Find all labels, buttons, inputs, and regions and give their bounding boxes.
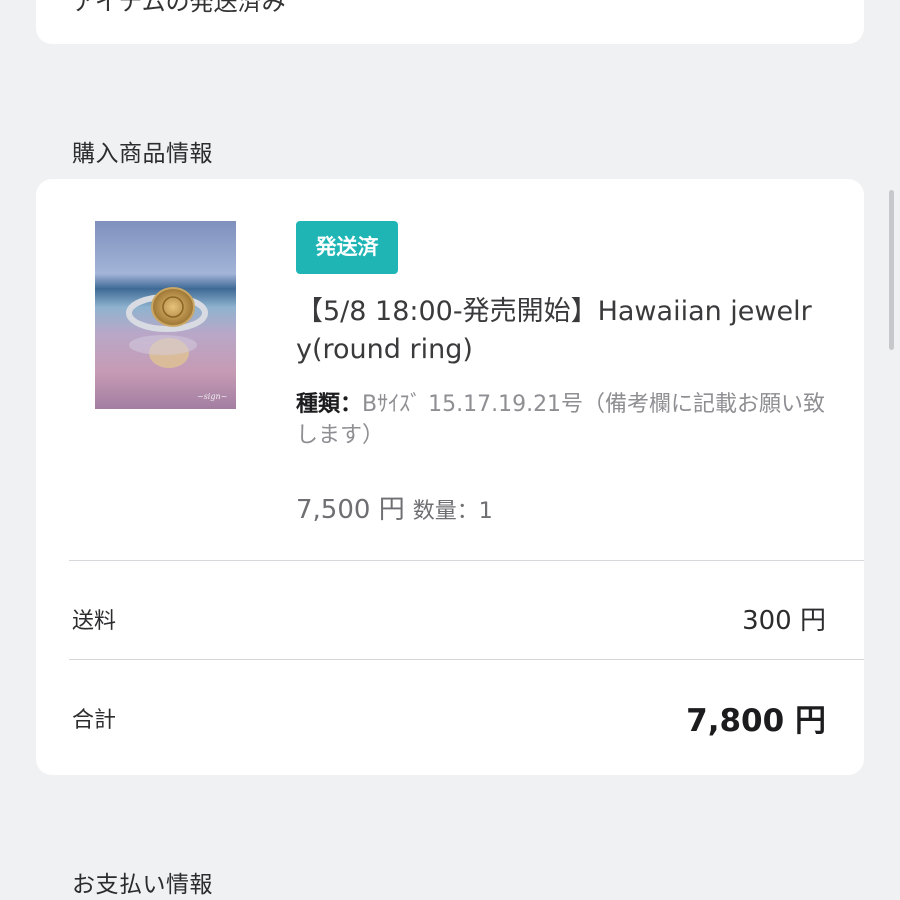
- shipping-fee-value: 300 円: [742, 606, 826, 636]
- shipping-fee-label: 送料: [72, 609, 117, 634]
- previous-section-card: アイテムの発送済み: [36, 0, 864, 44]
- order-detail-page: アイテムの発送済み 購入商品情報 ~sign~ 発送済 【5/8 18:00-発…: [0, 0, 900, 900]
- previous-section-text: アイテムの発送済み: [72, 0, 286, 16]
- svg-text:~sign~: ~sign~: [197, 392, 227, 401]
- total-label: 合計: [72, 708, 117, 733]
- ring-photo-icon: ~sign~: [95, 221, 236, 409]
- product-image[interactable]: ~sign~: [95, 221, 236, 409]
- shipped-status-badge: 発送済: [296, 221, 398, 274]
- scrollbar[interactable]: [889, 190, 894, 350]
- product-quantity: 数量：1: [412, 499, 493, 524]
- payment-info-heading: お支払い情報: [72, 872, 213, 898]
- purchased-items-heading: 購入商品情報: [72, 141, 213, 167]
- variant-label: 種類：: [296, 392, 363, 417]
- divider: [69, 659, 864, 660]
- total-value: 7,800 円: [686, 703, 826, 739]
- divider: [69, 560, 864, 561]
- product-title[interactable]: 【5/8 18:00-発売開始】Hawaiian jewelry(round r…: [296, 293, 826, 369]
- purchased-item-card: ~sign~ 発送済 【5/8 18:00-発売開始】Hawaiian jewe…: [36, 179, 864, 775]
- price-line: 7,500 円数量：1: [296, 489, 493, 526]
- product-variant: 種類：Bｻｲｽﾞ 15.17.19.21号（備考欄に記載お願い致します）: [296, 389, 826, 451]
- product-price: 7,500 円: [296, 495, 405, 525]
- variant-value: Bｻｲｽﾞ 15.17.19.21号（備考欄に記載お願い致します）: [296, 392, 826, 448]
